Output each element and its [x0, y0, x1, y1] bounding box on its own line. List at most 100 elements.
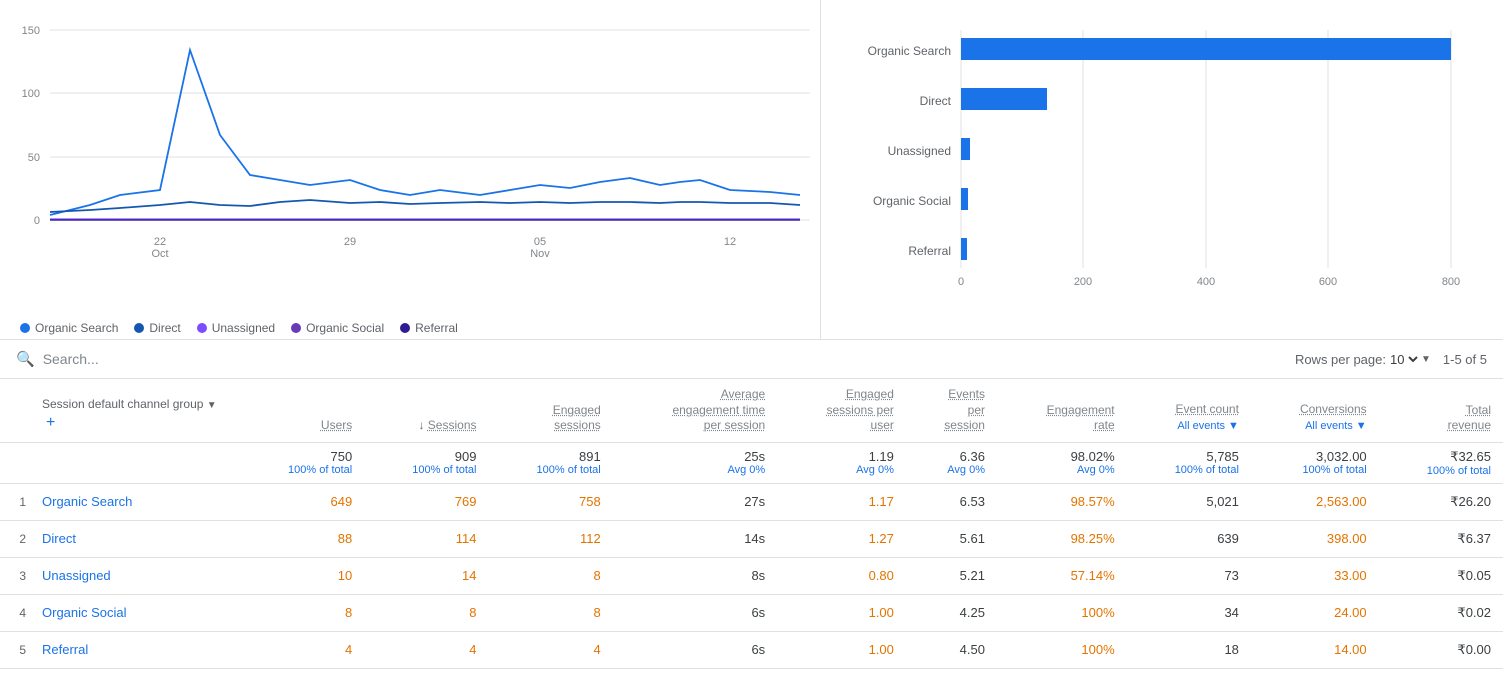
- col-users[interactable]: Users: [240, 379, 364, 442]
- row-sessions: 4: [364, 631, 488, 668]
- row-num: 1: [0, 483, 30, 520]
- row-engaged-per-user: 1.00: [777, 631, 906, 668]
- y-label-150: 150: [22, 25, 40, 37]
- totals-engaged-sessions: 891 100% of total: [489, 442, 613, 483]
- col-dimension[interactable]: Session default channel group ▼ +: [30, 379, 240, 442]
- y-label-50: 50: [28, 152, 40, 164]
- legend-unassigned: Unassigned: [197, 321, 275, 335]
- row-channel[interactable]: Organic Social: [30, 594, 240, 631]
- legend-organic-search: Organic Search: [20, 321, 118, 335]
- row-num: 2: [0, 520, 30, 557]
- search-input[interactable]: [43, 351, 243, 367]
- totals-row: 750 100% of total 909 100% of total 891 …: [0, 442, 1503, 483]
- dimension-sort-icon: ▼: [207, 400, 217, 411]
- bar-y-referral: Referral: [908, 244, 951, 258]
- bar-y-unassigned: Unassigned: [888, 144, 951, 158]
- data-table: Session default channel group ▼ + Users …: [0, 379, 1503, 669]
- x-label-22: 22: [154, 236, 166, 248]
- bar-x-600: 600: [1319, 276, 1337, 288]
- legend-dot-organic-search: [20, 323, 30, 333]
- legend-referral: Referral: [400, 321, 458, 335]
- row-total-revenue: ₹6.37: [1379, 520, 1503, 557]
- row-avg-engagement: 27s: [613, 483, 777, 520]
- legend-label-referral: Referral: [415, 321, 458, 335]
- organic-search-line: [50, 50, 800, 215]
- chevron-down-icon: ▼: [1421, 354, 1431, 365]
- totals-num: [0, 442, 30, 483]
- col-sessions[interactable]: ↓ Sessions: [364, 379, 488, 442]
- channel-link[interactable]: Referral: [42, 642, 88, 657]
- event-count-filter[interactable]: All events ▼: [1139, 419, 1239, 433]
- row-event-count: 73: [1127, 557, 1251, 594]
- search-icon: 🔍: [16, 350, 35, 368]
- table-header-row: Session default channel group ▼ + Users …: [0, 379, 1503, 442]
- page-info: 1-5 of 5: [1443, 352, 1487, 367]
- row-num: 4: [0, 594, 30, 631]
- channel-link[interactable]: Direct: [42, 531, 76, 546]
- x-label-12: 12: [724, 236, 736, 248]
- row-channel[interactable]: Direct: [30, 520, 240, 557]
- pagination-controls: Rows per page: 10 25 50 ▼ 1-5 of 5: [1295, 351, 1487, 368]
- row-users: 88: [240, 520, 364, 557]
- search-row: 🔍 Rows per page: 10 25 50 ▼ 1-5 of 5: [0, 340, 1503, 379]
- col-conversions[interactable]: Conversions All events ▼: [1251, 379, 1379, 442]
- totals-revenue: ₹32.65 100% of total: [1379, 442, 1503, 483]
- bar-direct: [961, 88, 1047, 110]
- col-avg-label: Average engagement time per session: [625, 387, 765, 434]
- row-total-revenue: ₹26.20: [1379, 483, 1503, 520]
- col-engagement-rate[interactable]: Engagement rate: [997, 379, 1127, 442]
- col-total-revenue[interactable]: Total revenue: [1379, 379, 1503, 442]
- bar-y-direct: Direct: [920, 94, 952, 108]
- add-column-button[interactable]: +: [46, 414, 55, 431]
- col-event-count-label: Event count: [1139, 402, 1239, 418]
- legend-label-organic-social: Organic Social: [306, 321, 384, 335]
- bar-chart: 0 200 400 600 800 Organic Search Direct …: [841, 20, 1481, 320]
- row-engaged-sessions: 112: [489, 520, 613, 557]
- col-engaged-per-user[interactable]: Engaged sessions per user: [777, 379, 906, 442]
- row-events-per-session: 4.25: [906, 594, 997, 631]
- channel-link[interactable]: Organic Search: [42, 494, 132, 509]
- bar-chart-area: 0 200 400 600 800 Organic Search Direct …: [820, 0, 1503, 339]
- dropdown-icon: ▼: [1228, 419, 1239, 433]
- row-channel[interactable]: Organic Search: [30, 483, 240, 520]
- col-engaged-per-user-label: Engaged sessions per user: [789, 387, 894, 434]
- row-engaged-sessions: 8: [489, 557, 613, 594]
- row-events-per-session: 4.50: [906, 631, 997, 668]
- bottom-section: 🔍 Rows per page: 10 25 50 ▼ 1-5 of 5 Ses…: [0, 340, 1503, 669]
- bar-referral: [961, 238, 967, 260]
- row-engagement-rate: 100%: [997, 631, 1127, 668]
- row-engagement-rate: 98.57%: [997, 483, 1127, 520]
- bar-x-0: 0: [958, 276, 964, 288]
- direct-line: [50, 200, 800, 212]
- legend-organic-social: Organic Social: [291, 321, 384, 335]
- row-events-per-session: 5.61: [906, 520, 997, 557]
- bar-x-400: 400: [1197, 276, 1215, 288]
- row-channel[interactable]: Referral: [30, 631, 240, 668]
- row-conversions: 24.00: [1251, 594, 1379, 631]
- row-channel[interactable]: Unassigned: [30, 557, 240, 594]
- row-events-per-session: 5.21: [906, 557, 997, 594]
- row-conversions: 2,563.00: [1251, 483, 1379, 520]
- bar-y-organic-social: Organic Social: [873, 194, 951, 208]
- row-engaged-sessions: 758: [489, 483, 613, 520]
- channel-link[interactable]: Unassigned: [42, 568, 111, 583]
- col-avg-engagement[interactable]: Average engagement time per session: [613, 379, 777, 442]
- col-event-count[interactable]: Event count All events ▼: [1127, 379, 1251, 442]
- legend-dot-organic-social: [291, 323, 301, 333]
- row-sessions: 769: [364, 483, 488, 520]
- bar-organic-social: [961, 188, 968, 210]
- search-wrap[interactable]: 🔍: [16, 350, 243, 368]
- conversions-filter[interactable]: All events ▼: [1263, 419, 1367, 433]
- col-engaged-sessions[interactable]: Engaged sessions: [489, 379, 613, 442]
- col-revenue-label: Total revenue: [1391, 403, 1491, 434]
- row-engaged-per-user: 1.17: [777, 483, 906, 520]
- row-event-count: 34: [1127, 594, 1251, 631]
- col-conversions-label: Conversions: [1263, 402, 1367, 418]
- rows-per-page-select[interactable]: 10 25 50: [1386, 351, 1421, 368]
- row-event-count: 18: [1127, 631, 1251, 668]
- totals-users: 750 100% of total: [240, 442, 364, 483]
- totals-event-count: 5,785 100% of total: [1127, 442, 1251, 483]
- col-events-per-session[interactable]: Events per session: [906, 379, 997, 442]
- channel-link[interactable]: Organic Social: [42, 605, 127, 620]
- row-users: 10: [240, 557, 364, 594]
